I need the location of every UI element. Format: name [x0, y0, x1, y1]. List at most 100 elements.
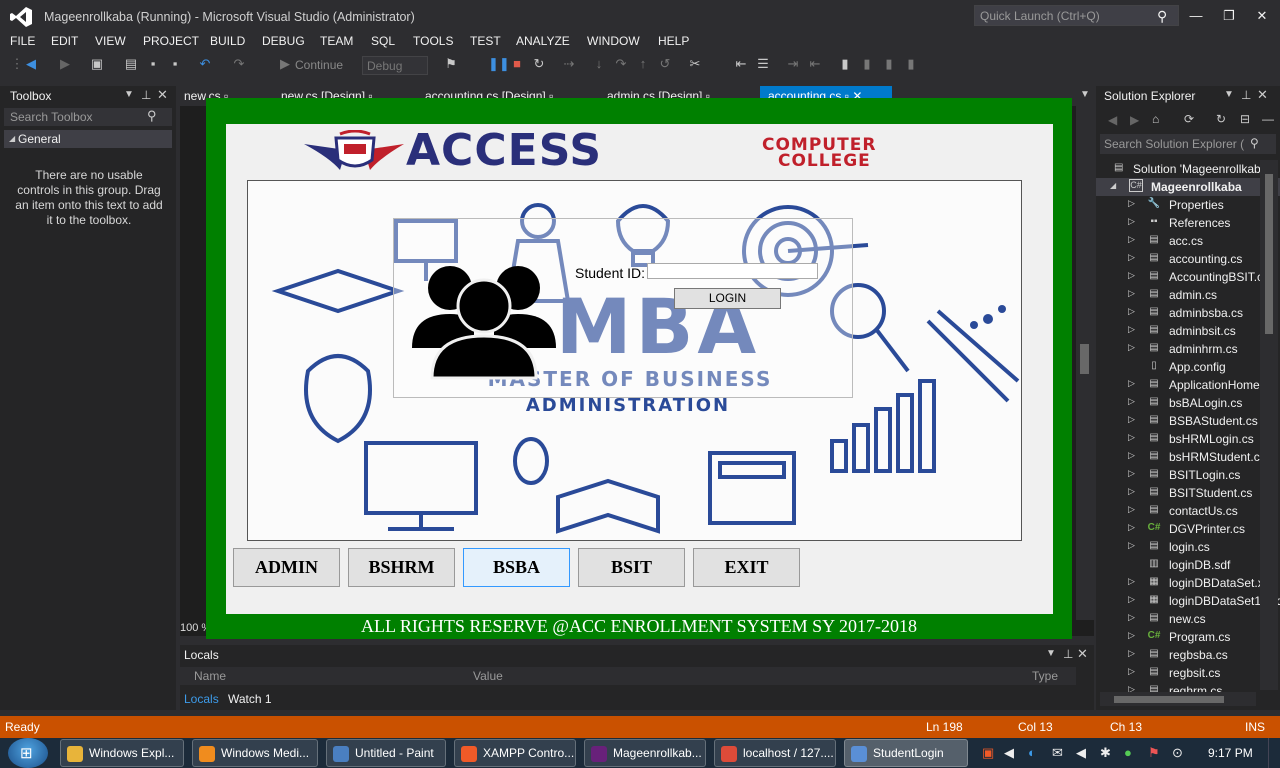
- undo-icon[interactable]: ↶: [198, 57, 212, 71]
- redo-icon[interactable]: ↷: [232, 57, 246, 71]
- breakpoints-icon[interactable]: ✂: [688, 57, 702, 71]
- solution-item[interactable]: ▷ ▤ regbsba.cs: [1096, 646, 1280, 664]
- column-value[interactable]: Value: [473, 669, 503, 683]
- taskbar-item[interactable]: Untitled - Paint: [326, 739, 446, 767]
- refresh-icon[interactable]: ↻: [1216, 112, 1226, 126]
- column-type[interactable]: Type: [1032, 669, 1058, 683]
- tab-locals[interactable]: Locals: [184, 692, 219, 706]
- exit-button[interactable]: EXIT: [693, 548, 800, 587]
- new-project-icon[interactable]: ▣: [90, 57, 104, 71]
- solution-item[interactable]: ▷ 🔧 Properties: [1096, 196, 1280, 214]
- solution-hscrollbar[interactable]: [1100, 692, 1256, 706]
- solution-item[interactable]: ▷ C# Program.cs: [1096, 628, 1280, 646]
- next-bookmark-icon[interactable]: ▮: [882, 57, 896, 71]
- taskbar-item[interactable]: localhost / 127....: [714, 739, 836, 767]
- bsit-button[interactable]: BSIT: [578, 548, 685, 587]
- continue-icon[interactable]: ▶: [278, 57, 292, 71]
- process-icon[interactable]: ⚑: [444, 57, 458, 71]
- expander-icon[interactable]: ▷: [1128, 612, 1135, 623]
- speaker-icon[interactable]: ◀: [1004, 745, 1014, 761]
- solution-item[interactable]: ▷ ▤ ApplicationHome.cs: [1096, 376, 1280, 394]
- solution-search-input[interactable]: Search Solution Explorer ( ⚲: [1100, 134, 1276, 154]
- expander-icon[interactable]: ▷: [1128, 306, 1135, 317]
- expander-icon[interactable]: ▷: [1128, 594, 1135, 605]
- chevron-down-icon[interactable]: ▼: [1224, 89, 1234, 100]
- solution-item[interactable]: ▷ ▤ BSBAStudent.cs: [1096, 412, 1280, 430]
- menu-build[interactable]: BUILD: [210, 34, 245, 48]
- solution-item[interactable]: ▷ ▤ bsHRMStudent.cs: [1096, 448, 1280, 466]
- tab-watch-1[interactable]: Watch 1: [228, 692, 272, 706]
- expander-icon[interactable]: ▷: [1128, 468, 1135, 479]
- bsba-button[interactable]: BSBA: [463, 548, 570, 587]
- expander-icon[interactable]: ▷: [1128, 288, 1135, 299]
- menu-edit[interactable]: EDIT: [51, 34, 78, 48]
- pin-icon[interactable]: ⊥: [1241, 88, 1251, 102]
- expander-icon[interactable]: ▷: [1128, 666, 1135, 677]
- login-button[interactable]: LOGIN: [674, 288, 781, 309]
- toolbox-group-general[interactable]: ◢ General: [4, 130, 172, 148]
- clock[interactable]: 9:17 PM: [1208, 746, 1253, 760]
- solution-item[interactable]: ▷ ▦ loginDBDataSet.xsd: [1096, 574, 1280, 592]
- menu-team[interactable]: TEAM: [320, 34, 353, 48]
- menu-project[interactable]: PROJECT: [143, 34, 199, 48]
- menu-file[interactable]: FILE: [10, 34, 35, 48]
- properties-icon[interactable]: —: [1262, 112, 1274, 126]
- continue-label[interactable]: Continue: [295, 58, 343, 72]
- solution-item[interactable]: ▷ ▤ acc.cs: [1096, 232, 1280, 250]
- solution-item[interactable]: ▥ loginDB.sdf: [1096, 556, 1280, 574]
- solution-item[interactable]: ▷ ▤ BSITStudent.cs: [1096, 484, 1280, 502]
- taskbar-item[interactable]: Windows Medi...: [192, 739, 318, 767]
- step-into-icon[interactable]: ↓: [592, 57, 606, 71]
- expander-icon[interactable]: ▷: [1128, 324, 1135, 335]
- clock-tray-icon[interactable]: ⊙: [1172, 745, 1183, 761]
- close-icon[interactable]: ✕: [1257, 87, 1268, 103]
- expander-icon[interactable]: ▷: [1128, 540, 1135, 551]
- search-icon[interactable]: ⚲: [147, 108, 157, 124]
- solution-item[interactable]: ▯ App.config: [1096, 358, 1280, 376]
- forward-icon[interactable]: ▶: [58, 57, 72, 71]
- menu-help[interactable]: HELP: [658, 34, 689, 48]
- expander-icon[interactable]: ▷: [1128, 198, 1135, 209]
- solution-item[interactable]: ▷ ▤ adminbsit.cs: [1096, 322, 1280, 340]
- solution-item[interactable]: ▷ ▤ BSITLogin.cs: [1096, 466, 1280, 484]
- close-icon[interactable]: ✕: [1077, 646, 1088, 662]
- pause-icon[interactable]: ❚❚: [488, 57, 510, 71]
- solution-item[interactable]: ▷ ▤ bsBALogin.cs: [1096, 394, 1280, 412]
- expander-icon[interactable]: ▷: [1128, 504, 1135, 515]
- solution-node[interactable]: ▤ Solution 'Mageenrollkaba': [1096, 160, 1280, 178]
- solution-item[interactable]: ▷ C# DGVPrinter.cs: [1096, 520, 1280, 538]
- solution-item[interactable]: ▷ ▪▪ References: [1096, 214, 1280, 232]
- expander-icon[interactable]: ▷: [1128, 432, 1135, 443]
- indent-icon[interactable]: ⇥: [786, 57, 800, 71]
- expander-icon[interactable]: ▷: [1128, 486, 1135, 497]
- quick-launch-input[interactable]: Quick Launch (Ctrl+Q): [974, 5, 1179, 26]
- xampp-tray-icon[interactable]: ▣: [982, 745, 994, 761]
- expander-icon[interactable]: ▷: [1128, 270, 1135, 281]
- collapse-icon[interactable]: ⊟: [1240, 112, 1250, 126]
- menu-analyze[interactable]: ANALYZE: [516, 34, 570, 48]
- home-icon[interactable]: ⌂: [1152, 112, 1159, 126]
- restore-button[interactable]: ❐: [1219, 6, 1239, 26]
- column-name[interactable]: Name: [194, 669, 226, 683]
- outdent-icon[interactable]: ⇤: [808, 57, 822, 71]
- back-icon[interactable]: ◀: [24, 57, 38, 71]
- menu-sql[interactable]: SQL: [371, 34, 395, 48]
- taskbar-item[interactable]: XAMPP Contro...: [454, 739, 576, 767]
- clear-bookmarks-icon[interactable]: ▮: [904, 57, 918, 71]
- shield-icon[interactable]: ●: [1124, 745, 1132, 760]
- restart-icon[interactable]: ↻: [532, 57, 546, 71]
- expander-icon[interactable]: ▷: [1128, 414, 1135, 425]
- solution-item[interactable]: ▷ ▤ accounting.cs: [1096, 250, 1280, 268]
- step-over-icon[interactable]: ↷: [614, 57, 628, 71]
- menu-window[interactable]: WINDOW: [587, 34, 640, 48]
- menu-debug[interactable]: DEBUG: [262, 34, 305, 48]
- expander-icon[interactable]: ▷: [1128, 396, 1135, 407]
- expander-icon[interactable]: ▷: [1128, 522, 1135, 533]
- sync-icon[interactable]: ⟳: [1184, 112, 1194, 126]
- minimize-button[interactable]: —: [1186, 6, 1206, 26]
- stop-icon[interactable]: ■: [510, 57, 524, 71]
- chevron-down-icon[interactable]: ▼: [1046, 648, 1056, 659]
- save-all-icon[interactable]: ▪: [168, 57, 182, 71]
- config-dropdown[interactable]: Debug: [362, 56, 428, 75]
- mail-icon[interactable]: ✉: [1052, 745, 1063, 761]
